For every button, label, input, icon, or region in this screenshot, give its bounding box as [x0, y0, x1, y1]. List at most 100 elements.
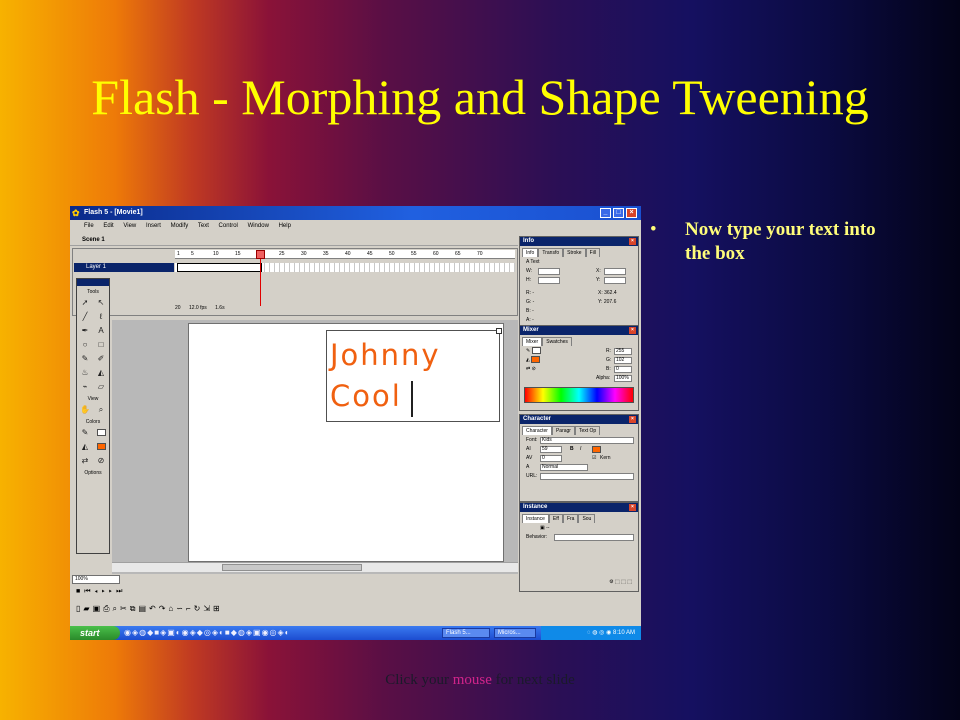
tab-effect[interactable]: Eff	[548, 514, 563, 523]
font-select[interactable]: Kids	[540, 437, 634, 444]
panel-options-icon[interactable]: ⚙ ⬚ ⬚ ⬚	[609, 579, 632, 585]
alpha-field[interactable]: 100%	[614, 375, 632, 382]
app-shortcut-icon[interactable]: ◉◈◍◆■◈▣◐◉◈◆◎◈◐■◆◍◈▣◉◎◈◐	[124, 628, 291, 637]
menu-window[interactable]: Window	[248, 223, 269, 229]
scrollbar-thumb[interactable]	[222, 564, 362, 571]
bold-button[interactable]: B	[570, 445, 574, 454]
behavior-select[interactable]	[554, 534, 634, 541]
menu-file[interactable]: File	[84, 223, 94, 229]
swap-colors-icon[interactable]: ⇄	[78, 455, 92, 467]
text-color-swatch[interactable]	[592, 446, 601, 453]
width-field[interactable]	[538, 268, 560, 275]
open-icon[interactable]: ▰	[83, 604, 92, 613]
rewind-icon[interactable]: ⏮	[84, 588, 94, 595]
x-field[interactable]	[604, 268, 626, 275]
menu-view[interactable]: View	[123, 223, 136, 229]
tab-stroke[interactable]: Stroke	[563, 248, 586, 257]
blue-field[interactable]: 0	[614, 366, 632, 373]
align-icon[interactable]: ⊞	[213, 604, 223, 613]
tab-fill[interactable]: Fill	[585, 248, 600, 257]
playhead-handle[interactable]	[256, 250, 265, 259]
fill-swatch[interactable]	[531, 356, 541, 364]
subselect-tool-icon[interactable]: ↖	[94, 297, 108, 309]
red-field[interactable]: 255	[614, 348, 632, 355]
tab-paragraph[interactable]: Paragr	[551, 426, 575, 435]
font-size-field[interactable]: 59	[540, 446, 562, 453]
taskbar-flash-button[interactable]: Flash 5...	[442, 628, 490, 638]
taskbar-microsoft-button[interactable]: Micros...	[494, 628, 536, 638]
close-button[interactable]: ×	[626, 208, 637, 218]
redo-icon[interactable]: ↷	[159, 604, 169, 613]
fill-swatch[interactable]	[94, 441, 108, 453]
frames-row[interactable]	[175, 263, 515, 272]
tray-icons[interactable]: ◌ ◍ ◎ ◉	[587, 630, 613, 636]
paste-icon[interactable]: ▤	[138, 604, 149, 613]
tab-character[interactable]: Character	[522, 426, 552, 435]
stage[interactable]: Johnny Cool	[188, 323, 504, 562]
rotate-icon[interactable]: ↻	[194, 604, 204, 613]
stroke-swatch[interactable]	[531, 347, 541, 355]
tab-info[interactable]: Info	[522, 248, 539, 257]
arrow-tool-icon[interactable]: ➚	[78, 297, 92, 309]
height-field[interactable]	[538, 277, 560, 284]
fill-color-icon[interactable]: ◭	[78, 441, 92, 453]
eraser-icon[interactable]: ▱	[94, 381, 108, 393]
timeline[interactable]: 1 5 10 15 20 25 30 35 40 45 50 55 60 65 …	[72, 248, 518, 316]
baseline-select[interactable]: Normal	[540, 464, 588, 471]
close-icon[interactable]: ×	[629, 238, 636, 245]
start-button[interactable]: start	[70, 626, 120, 640]
minimize-button[interactable]: _	[600, 208, 611, 218]
step-forward-icon[interactable]: ▸	[109, 588, 116, 595]
no-color-icon[interactable]: ⊘	[94, 455, 108, 467]
scene-name[interactable]: Scene 1	[82, 237, 105, 243]
y-field[interactable]	[604, 277, 626, 284]
maximize-button[interactable]: □	[613, 208, 624, 218]
color-spectrum[interactable]	[524, 387, 634, 403]
ink-bottle-icon[interactable]: ♨	[78, 367, 92, 379]
layer-row[interactable]: Layer 1	[74, 263, 174, 272]
straighten-icon[interactable]: ⌐	[186, 604, 194, 613]
menu-help[interactable]: Help	[279, 223, 291, 229]
tab-sound[interactable]: Sou	[578, 514, 596, 523]
hand-tool-icon[interactable]: ✋	[78, 404, 92, 416]
close-icon[interactable]: ×	[629, 327, 636, 334]
tab-swatches[interactable]: Swatches	[542, 337, 572, 346]
timeline-ruler[interactable]: 1 5 10 15 20 25 30 35 40 45 50 55 60 65 …	[175, 250, 515, 259]
stroke-swatch[interactable]	[94, 427, 108, 439]
menu-modify[interactable]: Modify	[171, 223, 189, 229]
print-icon[interactable]: ⎙	[103, 604, 112, 613]
close-icon[interactable]: ×	[629, 504, 636, 511]
tab-instance[interactable]: Instance	[522, 514, 549, 523]
keyframe-span[interactable]	[177, 263, 262, 272]
rectangle-tool-icon[interactable]: □	[94, 339, 108, 351]
line-tool-icon[interactable]: ╱	[78, 311, 92, 323]
smooth-icon[interactable]: ∽	[176, 604, 186, 613]
close-icon[interactable]: ×	[629, 416, 636, 423]
stop-icon[interactable]: ■	[76, 588, 84, 595]
url-field[interactable]	[540, 473, 634, 480]
menu-insert[interactable]: Insert	[146, 223, 161, 229]
oval-tool-icon[interactable]: ○	[78, 339, 92, 351]
tracking-field[interactable]: 0	[540, 455, 562, 462]
tab-text-options[interactable]: Text Op	[574, 426, 601, 435]
stroke-color-icon[interactable]: ✎	[78, 427, 92, 439]
eyedropper-icon[interactable]: ⌁	[78, 381, 92, 393]
tab-transform[interactable]: Transfo	[538, 248, 564, 257]
play-icon[interactable]: ▸	[102, 588, 109, 595]
pencil-tool-icon[interactable]: ✎	[78, 353, 92, 365]
zoom-select[interactable]: 100%	[72, 575, 120, 584]
lasso-tool-icon[interactable]: ℓ	[94, 311, 108, 323]
save-icon[interactable]: ▣	[93, 604, 104, 613]
brush-tool-icon[interactable]: ✐	[94, 353, 108, 365]
undo-icon[interactable]: ↶	[149, 604, 159, 613]
step-back-icon[interactable]: ◂	[95, 588, 102, 595]
menu-text[interactable]: Text	[198, 223, 209, 229]
zoom-tool-icon[interactable]: ⌕	[94, 404, 108, 416]
paint-bucket-icon[interactable]: ◭	[94, 367, 108, 379]
cut-icon[interactable]: ✂	[120, 604, 130, 613]
text-box[interactable]: Johnny Cool	[326, 328, 502, 422]
text-tool-icon[interactable]: A	[94, 325, 108, 337]
horizontal-scrollbar[interactable]	[112, 562, 518, 572]
kern-checkbox[interactable]: ☑	[592, 454, 596, 463]
tab-frame[interactable]: Fra	[562, 514, 579, 523]
